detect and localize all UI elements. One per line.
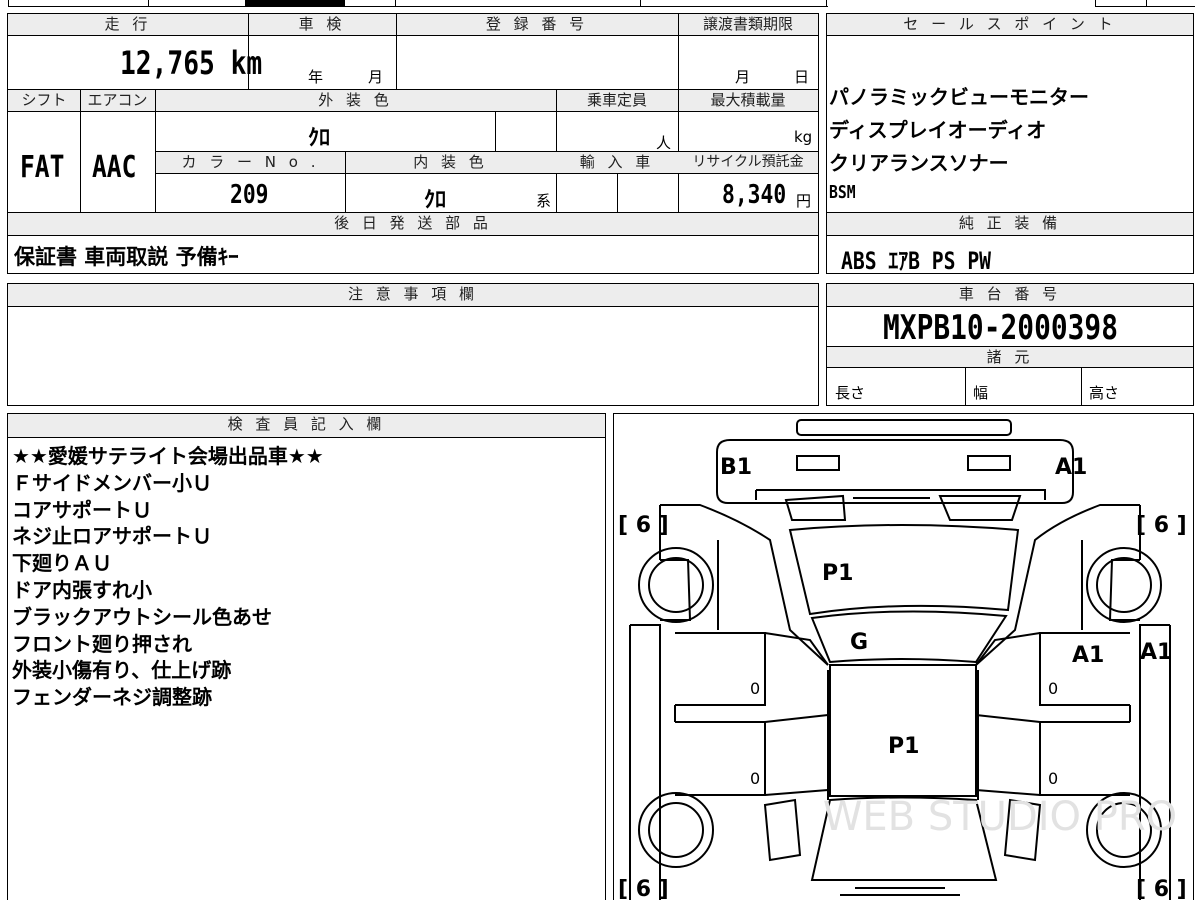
max-load-header: 最大積載量 [678,90,818,112]
door-zero: 0 [1048,679,1058,698]
inspector-note: Ｆサイドメンバー小Ｕ [12,470,212,495]
exterior-color-header: 外 装 色 [155,90,556,112]
caution-box: 注 意 事 項 欄 [7,283,819,406]
max-load-unit: kg [794,128,813,146]
genuine-equipment-header: 純 正 装 備 [827,213,1193,236]
tire-front-right: [ 6 ] [1136,513,1187,538]
mark-hood: P1 [822,561,853,586]
inspector-note: ブラックアウトシール色あせ [12,604,272,629]
recycle-unit: 円 [796,192,812,210]
capacity-header: 乗車定員 [556,90,678,112]
sales-point-2: ディスプレイオーディオ [829,118,1047,142]
inspection-year-unit: 年 [308,68,324,86]
mark-roof: P1 [888,734,919,759]
recycle-value: 8,340 [722,180,787,210]
inspector-note: 外装小傷有り、仕上げ跡 [12,658,232,683]
inspector-note: ★★愛媛サテライト会場出品車★★ [12,444,324,468]
capacity-unit: 人 [656,134,672,152]
mark-front-right: A1 [1055,455,1087,480]
inspector-note: フロント廻り押され [12,631,192,656]
inspector-note: コアサポートＵ [12,497,152,522]
caution-header: 注 意 事 項 欄 [8,284,818,307]
car-diagram: WEB STUDIO PRO B1 A1 P1 G P1 A1 A1 [ 6 ]… [618,418,1187,900]
sales-points-header: セ ー ル ス ポ イ ン ト [827,14,1193,36]
interior-suffix: 系 [536,192,552,210]
tire-front-left: [ 6 ] [618,513,669,538]
sales-points-box: セ ー ル ス ポ イ ン ト パノラミックビューモニター ディスプレイオーディ… [826,13,1194,213]
chassis-header: 車 台 番 号 [827,284,1193,307]
sales-point-1: パノラミックビューモニター [829,85,1089,109]
tire-rear-right: [ 6 ] [1136,877,1187,900]
interior-color-header: 内 装 色 [345,152,556,174]
car-diagram-box: WEB STUDIO PRO B1 A1 P1 G P1 A1 A1 [ 6 ]… [613,413,1194,900]
later-parts-box: 後 日 発 送 部 品 保証書 車両取説 予備ｷｰ [7,212,819,274]
mark-right-side: A1 [1140,640,1172,665]
sales-point-3: クリアランスソナー [829,151,1009,175]
recycle-header: リサイクル預託金 [678,152,818,174]
inspection-month-unit: 月 [368,68,384,86]
inspector-note: 下廻りＡＵ [12,551,112,576]
mileage-value: 12,765 km [120,44,263,82]
exterior-color-value: ｸﾛ [308,126,331,151]
later-parts-value: 保証書 車両取説 予備ｷｰ [14,245,239,269]
shift-value: FAT [20,150,65,185]
registration-header: 登 録 番 号 [396,14,678,36]
inspector-notes-box: 検 査 員 記 入 欄 ★★愛媛サテライト会場出品車★★ Ｆサイドメンバー小Ｕ … [7,413,606,900]
aircon-header: エアコン [80,90,155,112]
import-header: 輸 入 車 [556,152,678,174]
inspector-notes-list: ★★愛媛サテライト会場出品車★★ Ｆサイドメンバー小Ｕ コアサポートＵ ネジ止ロ… [12,443,324,711]
inspector-note: フェンダーネジ調整跡 [12,685,212,710]
vehicle-info-table: 走 行 車 検 登 録 番 号 譲渡書類期限 12,765 km 年 月 月 日… [7,13,819,213]
top-strip [0,0,1200,9]
tire-rear-left: [ 6 ] [618,877,669,900]
genuine-equipment-box: 純 正 装 備 ABS ｴｱB PS PW [826,212,1194,275]
door-zero: 0 [1048,769,1058,788]
inspection-header: 車 検 [248,14,396,36]
aircon-value: AAC [92,150,137,185]
watermark: WEB STUDIO PRO [822,794,1176,840]
spec-height-label: 高さ [1089,384,1120,402]
deadline-day-unit: 日 [794,68,810,86]
later-parts-header: 後 日 発 送 部 品 [8,213,818,236]
inspector-header: 検 査 員 記 入 欄 [8,414,605,438]
sales-point-4: BSM [829,182,856,203]
genuine-equipment-value: ABS ｴｱB PS PW [841,247,992,275]
color-no-value: 209 [230,180,269,210]
color-no-header: カ ラ ー N o . [156,152,345,174]
spec-width-label: 幅 [973,384,989,402]
chassis-box: 車 台 番 号 MXPB10-2000398 諸 元 長さ 幅 高さ [826,283,1194,406]
mark-front-left: B1 [720,455,752,480]
mark-right-front-door: A1 [1072,643,1104,668]
inspector-note: ネジ止ロアサポートＵ [12,524,212,549]
deadline-header: 譲渡書類期限 [678,14,818,36]
door-zero: 0 [750,769,760,788]
chassis-number: MXPB10-2000398 [883,308,1118,348]
interior-color-value: ｸﾛ [424,188,447,213]
specs-header: 諸 元 [827,346,1193,368]
inspector-note: ドア内張すれ小 [12,577,152,602]
mark-windshield: G [850,630,868,655]
door-zero: 0 [750,679,760,698]
spec-length-label: 長さ [835,384,866,402]
mileage-header: 走 行 [8,14,248,36]
shift-header: シフト [8,90,80,112]
deadline-month-unit: 月 [735,68,751,86]
